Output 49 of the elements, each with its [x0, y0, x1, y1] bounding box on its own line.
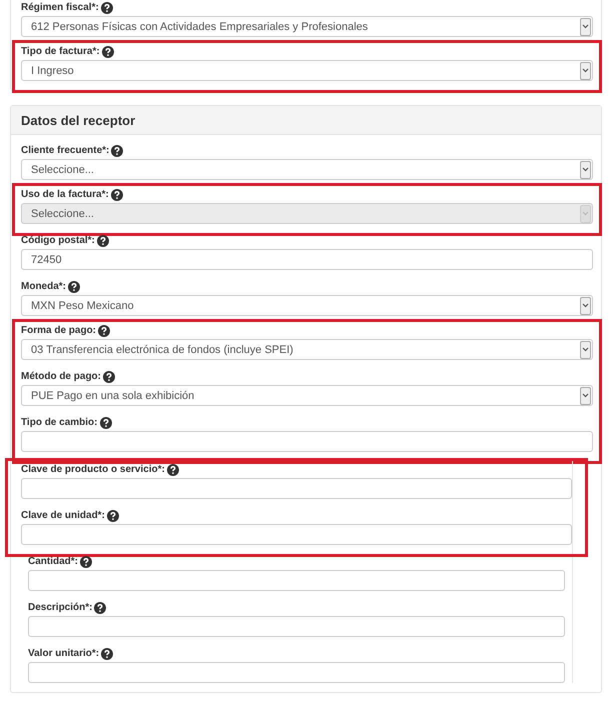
- field-label: Valor unitario*:: [28, 648, 100, 659]
- help-icon[interactable]: [106, 510, 119, 522]
- input-field[interactable]: [28, 662, 565, 683]
- help-icon[interactable]: [94, 602, 106, 614]
- help-icon[interactable]: [110, 188, 123, 200]
- help-icon[interactable]: [100, 416, 112, 428]
- input-field[interactable]: [28, 616, 565, 637]
- help-icon[interactable]: [102, 46, 114, 58]
- input-field[interactable]: 72450: [21, 249, 593, 270]
- caret-icon: [582, 347, 589, 352]
- select-field[interactable]: MXN Peso Mexicano: [21, 295, 593, 316]
- select-field[interactable]: PUE Pago en una sola exhibición: [21, 385, 593, 406]
- select-field[interactable]: I Ingreso: [21, 60, 593, 81]
- input-field[interactable]: [21, 524, 572, 545]
- field-label: Método de pago:: [21, 371, 101, 382]
- help-icon[interactable]: [166, 464, 179, 476]
- caret-icon: [582, 211, 589, 216]
- field-label: Forma de pago:: [21, 325, 96, 336]
- field-label: Uso de la factura*:: [21, 189, 109, 200]
- input-field[interactable]: [21, 478, 572, 499]
- help-icon[interactable]: [96, 234, 109, 246]
- help-icon[interactable]: [100, 2, 113, 14]
- caret-icon: [582, 393, 589, 398]
- caret-icon: [582, 68, 589, 73]
- field-label: Tipo de cambio:: [21, 417, 98, 428]
- help-icon[interactable]: [98, 324, 110, 336]
- field-label: Clave de unidad*:: [21, 510, 105, 521]
- field-label: Moneda*:: [21, 281, 66, 292]
- caret-icon: [582, 303, 589, 308]
- field-label: Régimen fiscal*:: [21, 2, 99, 13]
- field-label: Cantidad*:: [28, 556, 78, 567]
- help-icon[interactable]: [101, 648, 114, 660]
- field-label: Descripción*:: [28, 602, 92, 613]
- field-label: Clave de producto o servicio*:: [21, 464, 165, 475]
- input-field[interactable]: [28, 570, 565, 591]
- select-field[interactable]: Seleccione...: [21, 159, 593, 180]
- field-label: Tipo de factura*:: [21, 46, 100, 57]
- help-icon[interactable]: [103, 370, 115, 382]
- field-label: Cliente frecuente*:: [21, 145, 110, 156]
- caret-icon: [582, 167, 589, 172]
- select-field[interactable]: 612 Personas Físicas con Actividades Empresariales y Profesionales: [21, 16, 593, 37]
- field-label: Código postal*:: [21, 235, 95, 246]
- input-field[interactable]: [21, 431, 593, 452]
- panel-title: Datos del receptor: [21, 112, 136, 128]
- help-icon[interactable]: [80, 556, 92, 568]
- help-icon[interactable]: [68, 280, 80, 292]
- caret-icon: [582, 24, 589, 29]
- select-field[interactable]: 03 Transferencia electrónica de fondos (incluye SPEI): [21, 339, 593, 360]
- help-icon[interactable]: [111, 144, 124, 156]
